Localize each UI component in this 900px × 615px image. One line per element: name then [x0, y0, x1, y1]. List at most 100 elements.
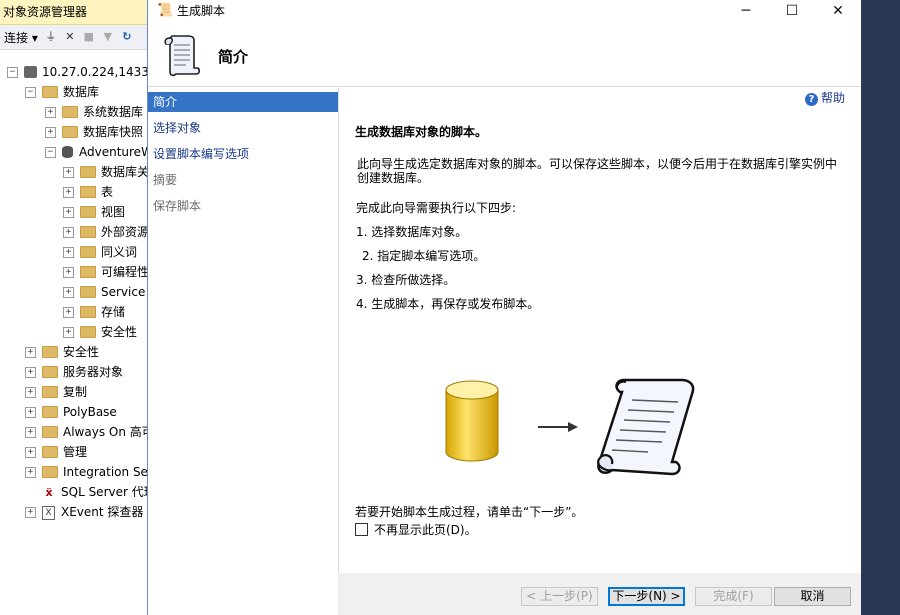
expand-icon[interactable]: +: [25, 507, 36, 518]
tree-node[interactable]: ẍ SQL Server 代理: [25, 482, 147, 502]
folder-icon: [80, 325, 96, 338]
collapse-icon[interactable]: −: [7, 67, 18, 78]
steps-intro: 完成此向导需要执行以下四步:: [356, 201, 517, 215]
tree-node[interactable]: + 服务器对象: [25, 362, 123, 382]
tree-node[interactable]: + 表: [63, 182, 113, 202]
expand-icon[interactable]: +: [63, 247, 74, 258]
object-explorer-toolbar: 连接 ▾ ⏚ ✕ ■ ▼ ↻: [0, 25, 147, 50]
folder-icon: [80, 225, 96, 238]
tree-node[interactable]: + 管理: [25, 442, 87, 462]
close-button[interactable]: ✕: [815, 0, 861, 22]
folder-icon: [80, 245, 96, 258]
folder-icon: [80, 265, 96, 278]
collapse-icon[interactable]: −: [25, 87, 36, 98]
tree-node-label: 复制: [63, 385, 88, 399]
tree-node-label: 同义词: [101, 245, 138, 259]
tree-node[interactable]: + 可编程性: [63, 262, 147, 282]
tree-node[interactable]: + PolyBase: [25, 402, 117, 422]
minimize-button[interactable]: ─: [723, 0, 769, 22]
tree-node[interactable]: + 安全性: [63, 322, 137, 342]
nav-item-intro[interactable]: 简介: [148, 92, 338, 112]
expand-icon[interactable]: +: [25, 467, 36, 478]
refresh-icon[interactable]: ↻: [121, 31, 133, 43]
expand-icon[interactable]: +: [63, 187, 74, 198]
folder-icon: [42, 385, 58, 398]
expand-icon[interactable]: +: [45, 107, 56, 118]
tree-node-label: 管理: [63, 445, 88, 459]
object-explorer-title: 对象资源管理器: [0, 0, 147, 25]
folder-icon: [80, 205, 96, 218]
object-explorer-panel: 对象资源管理器 连接 ▾ ⏚ ✕ ■ ▼ ↻ −10.27.0.224,1433…: [0, 0, 147, 615]
folder-icon: [42, 445, 58, 458]
dont-show-checkbox[interactable]: 不再显示此页(D)。: [355, 521, 477, 538]
maximize-button[interactable]: ☐: [769, 0, 815, 22]
connect-button[interactable]: 连接 ▾: [4, 29, 38, 46]
next-button[interactable]: 下一步(N) >: [608, 587, 685, 606]
folder-icon: [80, 285, 96, 298]
expand-icon[interactable]: +: [63, 227, 74, 238]
tree-node-label: PolyBase: [63, 405, 117, 419]
tree-node-label: Integration Ser: [63, 465, 147, 479]
expand-icon[interactable]: +: [25, 407, 36, 418]
help-link[interactable]: ? 帮助: [805, 89, 845, 106]
expand-icon[interactable]: +: [63, 167, 74, 178]
expand-icon[interactable]: +: [45, 127, 56, 138]
folder-icon: [42, 85, 58, 98]
tree-node[interactable]: − 数据库: [25, 82, 99, 102]
agent-icon: ẍ: [45, 485, 53, 499]
tree-node[interactable]: + Integration Ser: [25, 462, 147, 482]
finish-button[interactable]: 完成(F): [695, 587, 772, 606]
expand-icon[interactable]: +: [25, 427, 36, 438]
expand-icon[interactable]: +: [63, 287, 74, 298]
step-item: 4. 生成脚本，再保存或发布脚本。: [356, 297, 540, 311]
stop-icon[interactable]: ■: [83, 31, 95, 43]
tree-node[interactable]: + 安全性: [25, 342, 99, 362]
expand-icon[interactable]: +: [63, 327, 74, 338]
folder-icon: [42, 465, 58, 478]
collapse-icon[interactable]: −: [45, 147, 56, 158]
connect-plug-icon[interactable]: ⏚: [45, 31, 57, 43]
script-scroll-icon: [597, 378, 695, 476]
tree-node[interactable]: + 视图: [63, 202, 125, 222]
tree-node[interactable]: + 外部资源: [63, 222, 147, 242]
cancel-button[interactable]: 取消: [774, 587, 851, 606]
tree-node[interactable]: + Always On 高可: [25, 422, 147, 442]
filter-icon[interactable]: ▼: [102, 31, 114, 43]
nav-item-choose-objects[interactable]: 选择对象: [148, 118, 338, 138]
expand-icon[interactable]: +: [63, 207, 74, 218]
arrow-right-icon: [538, 422, 578, 432]
tree-node[interactable]: + X XEvent 探查器: [25, 502, 143, 522]
tree-node[interactable]: + 同义词: [63, 242, 137, 262]
checkbox-box[interactable]: [355, 523, 368, 536]
folder-icon: [80, 165, 96, 178]
wizard-content: ? 帮助 生成数据库对象的脚本。 此向导生成选定数据库对象的脚本。可以保存这些脚本…: [338, 87, 861, 573]
tree-node[interactable]: + 系统数据库: [45, 102, 143, 122]
tree-node[interactable]: + 存储: [63, 302, 125, 322]
scroll-icon: 📜: [157, 3, 174, 18]
folder-icon: [80, 185, 96, 198]
expand-icon[interactable]: +: [63, 267, 74, 278]
back-button[interactable]: < 上一步(P): [521, 587, 598, 606]
tree-node[interactable]: − 10.27.0.224,1433 (: [7, 62, 147, 82]
expand-icon: [25, 487, 36, 498]
expand-icon[interactable]: +: [25, 447, 36, 458]
dialog-titlebar[interactable]: 📜 生成脚本 ─ ☐ ✕: [148, 0, 861, 22]
database-icon: [62, 145, 73, 158]
tree-node[interactable]: + 数据库关: [63, 162, 147, 182]
tree-node[interactable]: + 数据库快照: [45, 122, 143, 142]
intro-description: 此向导生成选定数据库对象的脚本。可以保存这些脚本，以便今后用于在数据库引擎实例中…: [357, 157, 838, 185]
disconnect-icon[interactable]: ✕: [64, 31, 76, 43]
expand-icon[interactable]: +: [25, 387, 36, 398]
expand-icon[interactable]: +: [63, 307, 74, 318]
tree-node-label: 安全性: [101, 325, 138, 339]
expand-icon[interactable]: +: [25, 367, 36, 378]
dialog-header: 简介: [148, 22, 861, 87]
expand-icon[interactable]: +: [25, 347, 36, 358]
tree-node[interactable]: + Service: [63, 282, 145, 302]
tree-node-label: 10.27.0.224,1433 (: [42, 65, 147, 79]
nav-item-summary: 摘要: [153, 173, 178, 187]
tree-node-label: 数据库关: [101, 165, 147, 179]
tree-node[interactable]: + 复制: [25, 382, 87, 402]
tree-node[interactable]: − AdventureW: [45, 142, 147, 162]
nav-item-scripting-options[interactable]: 设置脚本编写选项: [148, 144, 338, 164]
